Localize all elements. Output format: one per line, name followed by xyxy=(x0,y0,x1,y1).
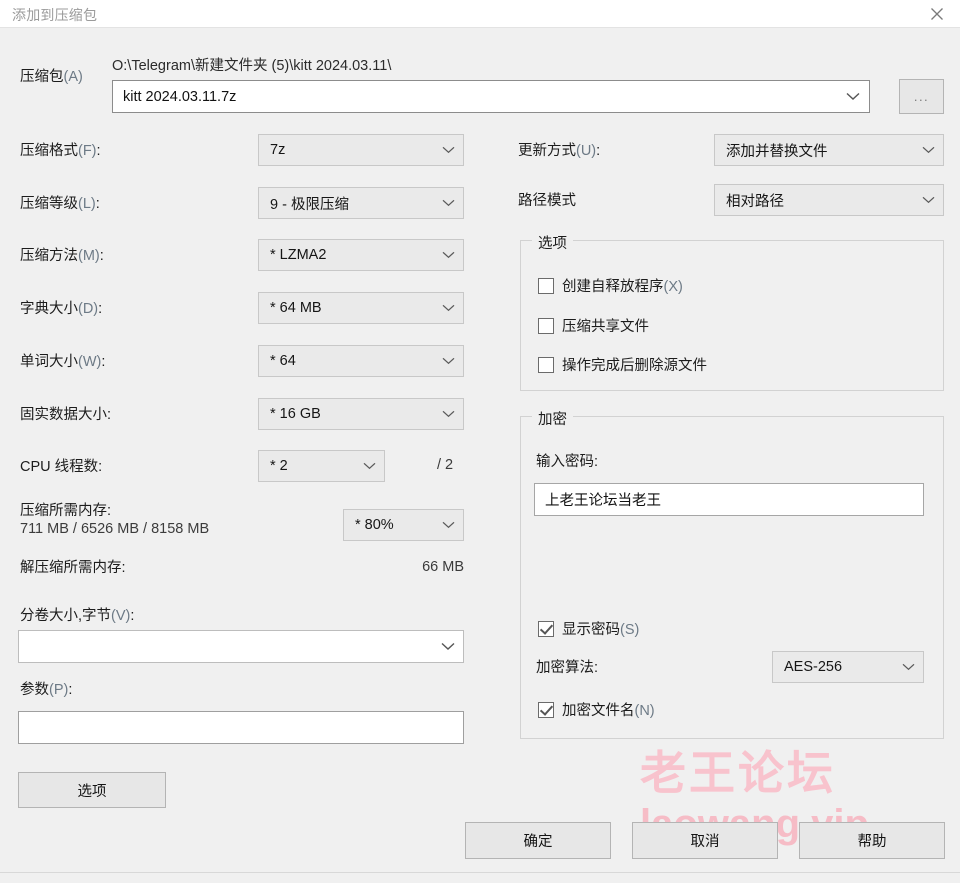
memory-compress-label: 压缩所需内存: xyxy=(20,503,112,519)
watermark-cn: 老王论坛 xyxy=(640,747,836,799)
method-label: 压缩方法(M): xyxy=(20,248,104,264)
chevron-down-icon[interactable] xyxy=(433,521,463,529)
word-size-combo[interactable]: * 64 xyxy=(258,345,464,377)
archive-label: 压缩包(A) xyxy=(20,69,83,85)
update-mode-label: 更新方式(U): xyxy=(518,143,601,159)
help-button[interactable]: 帮助 xyxy=(799,822,945,859)
encryption-group-title: 加密 xyxy=(532,408,573,429)
checkbox-label: 压缩共享文件 xyxy=(562,319,649,335)
format-value: 7z xyxy=(270,142,286,158)
memory-compress-values: 711 MB / 6526 MB / 8158 MB xyxy=(20,521,210,537)
dictionary-size-combo[interactable]: * 64 MB xyxy=(258,292,464,324)
archive-path-text: O:\Telegram\新建文件夹 (5)\kitt 2024.03.11\ xyxy=(112,58,392,74)
checkbox-show-password[interactable]: 显示密码(S) xyxy=(538,618,639,639)
format-combo[interactable]: 7z xyxy=(258,134,464,166)
encryption-algorithm-value: AES-256 xyxy=(784,659,843,675)
cancel-button[interactable]: 取消 xyxy=(632,822,778,859)
chevron-down-icon[interactable] xyxy=(913,196,943,204)
options-button[interactable]: 选项 xyxy=(18,772,166,808)
window-title: 添加到压缩包 xyxy=(12,7,98,23)
solid-block-size-combo[interactable]: * 16 GB xyxy=(258,398,464,430)
checkbox-label: 加密文件名(N) xyxy=(562,703,655,719)
word-size-value: * 64 xyxy=(270,353,296,369)
compression-level-value: 9 - 极限压缩 xyxy=(270,196,349,213)
dictionary-size-label: 字典大小(D): xyxy=(20,301,103,317)
compression-method-combo[interactable]: * LZMA2 xyxy=(258,239,464,271)
chevron-down-icon[interactable] xyxy=(893,663,923,671)
add-to-archive-dialog: 添加到压缩包 压缩包(A) O:\Telegram\新建文件夹 (5)\kitt… xyxy=(0,0,960,883)
path-mode-value: 相对路径 xyxy=(726,193,784,210)
options-group-title: 选项 xyxy=(532,232,573,253)
dictionary-size-value: * 64 MB xyxy=(270,300,322,316)
archive-name-combo[interactable]: kitt 2024.03.11.7z xyxy=(112,80,870,113)
checkbox-box[interactable] xyxy=(538,701,554,718)
solid-block-size-value: * 16 GB xyxy=(270,406,321,422)
memory-percent-combo[interactable]: * 80% xyxy=(343,509,464,541)
checkbox-encrypt-filenames[interactable]: 加密文件名(N) xyxy=(538,699,655,720)
archive-name-value: kitt 2024.03.11.7z xyxy=(123,88,237,105)
checkbox-box[interactable] xyxy=(538,277,554,294)
password-input[interactable]: 上老王论坛当老王 xyxy=(534,483,924,516)
compression-method-value: * LZMA2 xyxy=(270,247,327,263)
encryption-algorithm-label: 加密算法: xyxy=(536,660,599,676)
compression-level-combo[interactable]: 9 - 极限压缩 xyxy=(258,187,464,219)
cpu-threads-combo[interactable]: * 2 xyxy=(258,450,385,482)
cpu-threads-label: CPU 线程数: xyxy=(20,459,103,475)
parameters-label: 参数(P): xyxy=(20,682,73,698)
solid-block-size-label: 固实数据大小: xyxy=(20,407,112,423)
cpu-threads-value: * 2 xyxy=(270,458,288,474)
memory-percent-value: * 80% xyxy=(355,517,394,533)
browse-button[interactable]: ... xyxy=(899,79,944,114)
chevron-down-icon[interactable] xyxy=(433,642,463,651)
chevron-down-icon[interactable] xyxy=(433,251,463,259)
chevron-down-icon[interactable] xyxy=(433,146,463,154)
bottom-divider xyxy=(0,872,960,873)
checkbox-box[interactable] xyxy=(538,356,554,373)
checkbox-label: 显示密码(S) xyxy=(562,622,640,638)
chevron-down-icon[interactable] xyxy=(913,146,943,154)
chevron-down-icon[interactable] xyxy=(837,92,869,101)
checkbox-box[interactable] xyxy=(538,317,554,334)
password-label: 输入密码: xyxy=(536,454,599,470)
checkbox-box[interactable] xyxy=(538,620,554,637)
checkbox-delete-after[interactable]: 操作完成后删除源文件 xyxy=(538,354,707,375)
memory-decompress-value: 66 MB xyxy=(422,559,464,575)
checkbox-label: 创建自释放程序(X) xyxy=(562,279,683,295)
chevron-down-icon[interactable] xyxy=(433,199,463,207)
close-icon[interactable] xyxy=(914,0,960,28)
encryption-algorithm-combo[interactable]: AES-256 xyxy=(772,651,924,683)
chevron-down-icon[interactable] xyxy=(433,357,463,365)
title-bar: 添加到压缩包 xyxy=(0,0,960,28)
split-size-combo[interactable] xyxy=(18,630,464,663)
chevron-down-icon[interactable] xyxy=(354,462,384,470)
checkbox-create-sfx[interactable]: 创建自释放程序(X) xyxy=(538,275,683,296)
split-size-label: 分卷大小,字节(V): xyxy=(20,608,135,624)
chevron-down-icon[interactable] xyxy=(433,304,463,312)
path-mode-combo[interactable]: 相对路径 xyxy=(714,184,944,216)
level-label: 压缩等级(L): xyxy=(20,196,100,212)
checkbox-compress-shared-files[interactable]: 压缩共享文件 xyxy=(538,315,649,336)
parameters-input[interactable] xyxy=(18,711,464,744)
title-separator xyxy=(0,27,960,28)
ok-button[interactable]: 确定 xyxy=(465,822,611,859)
update-mode-value: 添加并替换文件 xyxy=(726,143,828,160)
chevron-down-icon[interactable] xyxy=(433,410,463,418)
update-mode-combo[interactable]: 添加并替换文件 xyxy=(714,134,944,166)
memory-decompress-label: 解压缩所需内存: xyxy=(20,560,126,576)
cpu-threads-total: / 2 xyxy=(437,457,454,473)
path-mode-label: 路径模式 xyxy=(518,193,576,209)
format-label: 压缩格式(F): xyxy=(20,143,101,159)
word-size-label: 单词大小(W): xyxy=(20,354,106,370)
checkbox-label: 操作完成后删除源文件 xyxy=(562,358,707,374)
